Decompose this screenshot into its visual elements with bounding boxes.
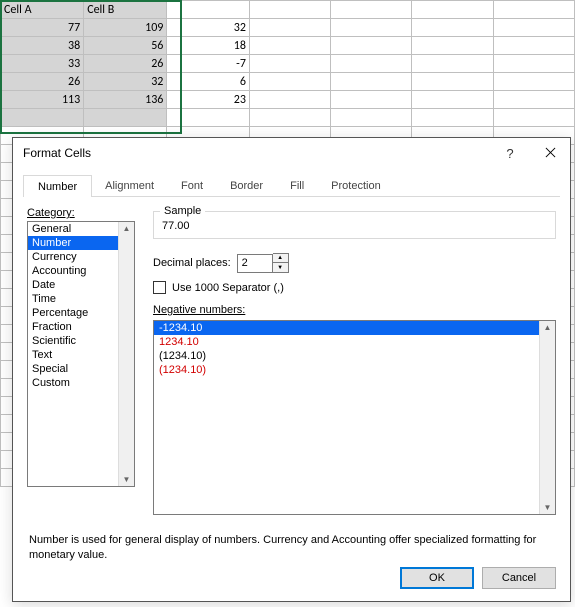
cell[interactable]: 77 — [1, 19, 84, 37]
sample-label: Sample — [160, 205, 205, 217]
sample-value: 77.00 — [162, 220, 547, 232]
cell[interactable]: 26 — [1, 73, 84, 91]
cell[interactable]: 6 — [167, 73, 250, 91]
tab-border[interactable]: Border — [216, 175, 277, 197]
spinner-down-icon[interactable]: ▼ — [273, 263, 288, 272]
cell[interactable]: 113 — [1, 91, 84, 109]
cell[interactable]: 56 — [84, 37, 167, 55]
ok-button[interactable]: OK — [400, 567, 474, 589]
cell[interactable]: -7 — [167, 55, 250, 73]
tab-protection[interactable]: Protection — [317, 175, 395, 197]
scrollbar[interactable]: ▲▼ — [539, 321, 555, 514]
category-label: Category: — [27, 207, 135, 219]
format-cells-dialog: Format Cells ? NumberAlignmentFontBorder… — [12, 137, 571, 602]
thousands-separator-checkbox[interactable] — [153, 281, 166, 294]
decimal-places-input[interactable] — [237, 254, 273, 273]
negative-format-item[interactable]: 1234.10 — [154, 335, 555, 349]
titlebar[interactable]: Format Cells ? — [13, 138, 570, 168]
dialog-title: Format Cells — [23, 146, 490, 160]
negative-format-item[interactable]: (1234.10) — [154, 363, 555, 377]
help-button[interactable]: ? — [490, 138, 530, 168]
tab-alignment[interactable]: Alignment — [91, 175, 168, 197]
scrollbar[interactable]: ▲▼ — [118, 222, 134, 486]
decimal-spinner[interactable]: ▲ ▼ — [273, 253, 289, 273]
cell[interactable]: 32 — [84, 73, 167, 91]
cell[interactable]: 38 — [1, 37, 84, 55]
header-cell[interactable]: Cell A — [1, 1, 84, 19]
cancel-button[interactable]: Cancel — [482, 567, 556, 589]
category-list[interactable]: GeneralNumberCurrencyAccountingDateTimeP… — [27, 221, 135, 487]
cell[interactable]: 32 — [167, 19, 250, 37]
tab-font[interactable]: Font — [167, 175, 217, 197]
chevron-down-icon[interactable]: ▼ — [123, 473, 131, 486]
header-cell[interactable]: Cell B — [84, 1, 167, 19]
tab-number[interactable]: Number — [23, 175, 92, 197]
decimal-places-label: Decimal places: — [153, 257, 231, 269]
header-cell[interactable] — [167, 1, 250, 19]
chevron-up-icon[interactable]: ▲ — [123, 222, 131, 235]
tab-strip: NumberAlignmentFontBorderFillProtection — [23, 174, 560, 196]
cell[interactable]: 26 — [84, 55, 167, 73]
cell[interactable]: 136 — [84, 91, 167, 109]
spinner-up-icon[interactable]: ▲ — [273, 254, 288, 263]
negative-format-item[interactable]: -1234.10 — [154, 321, 555, 335]
close-icon — [545, 146, 556, 161]
cell[interactable]: 23 — [167, 91, 250, 109]
negative-format-item[interactable]: (1234.10) — [154, 349, 555, 363]
cell[interactable]: 33 — [1, 55, 84, 73]
category-description: Number is used for general display of nu… — [13, 515, 570, 563]
sample-box: Sample 77.00 — [153, 211, 556, 239]
cell[interactable]: 109 — [84, 19, 167, 37]
cell[interactable]: 18 — [167, 37, 250, 55]
negative-numbers-label: Negative numbers: — [153, 304, 556, 316]
thousands-separator-label: Use 1000 Separator (,) — [172, 282, 284, 294]
chevron-up-icon[interactable]: ▲ — [544, 321, 552, 334]
negative-numbers-list[interactable]: -1234.101234.10(1234.10)(1234.10)▲▼ — [153, 320, 556, 515]
close-button[interactable] — [530, 138, 570, 168]
chevron-down-icon[interactable]: ▼ — [544, 501, 552, 514]
tab-fill[interactable]: Fill — [276, 175, 318, 197]
